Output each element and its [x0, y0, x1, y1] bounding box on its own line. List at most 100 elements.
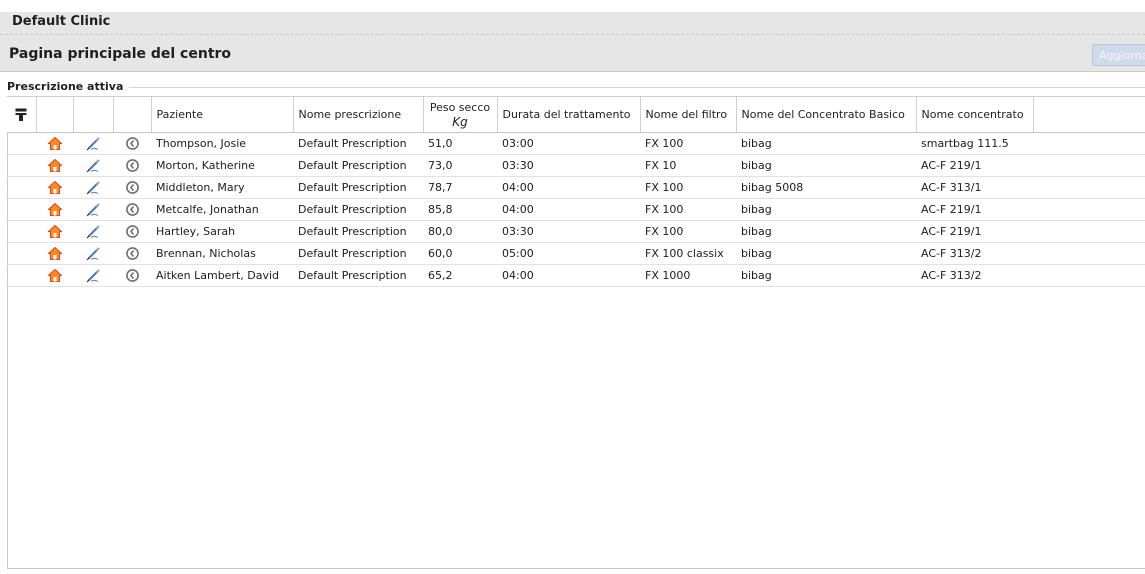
edit-cell[interactable]	[73, 132, 113, 155]
prescription-cell[interactable]: Default Prescription	[293, 198, 423, 221]
home-icon[interactable]	[47, 269, 62, 283]
edit-pen-icon[interactable]	[86, 247, 100, 260]
history-cell[interactable]	[113, 264, 151, 287]
edit-cell[interactable]	[73, 176, 113, 199]
basic-concentrate-cell[interactable]: bibag	[736, 198, 916, 221]
edit-pen-icon[interactable]	[86, 181, 100, 194]
history-clock-icon[interactable]	[125, 137, 139, 151]
basic-concentrate-cell[interactable]: bibag 5008	[736, 176, 916, 199]
dry-weight-cell[interactable]: 60,0	[423, 242, 497, 265]
history-clock-icon[interactable]	[125, 181, 139, 195]
concentrate-cell[interactable]: AC-F 219/1	[916, 220, 1033, 243]
dry-weight-cell[interactable]: 85,8	[423, 198, 497, 221]
edit-cell[interactable]	[73, 242, 113, 265]
prescription-cell[interactable]: Default Prescription	[293, 176, 423, 199]
table-row[interactable]: Thompson, Josie Default Prescription 51,…	[7, 132, 1145, 155]
dry-weight-cell[interactable]: 51,0	[423, 132, 497, 155]
patient-cell[interactable]: Thompson, Josie	[151, 132, 293, 155]
concentrate-cell[interactable]: AC-F 313/1	[916, 176, 1033, 199]
home-icon[interactable]	[47, 247, 62, 261]
patient-cell[interactable]: Metcalfe, Jonathan	[151, 198, 293, 221]
filter-name-cell[interactable]: FX 100 classix	[640, 242, 736, 265]
filter-name-column-header[interactable]: Nome del filtro	[640, 96, 737, 133]
concentrate-cell[interactable]: AC-F 313/2	[916, 242, 1033, 265]
concentrate-column-header[interactable]: Nome concentrato	[916, 96, 1034, 133]
history-cell[interactable]	[113, 220, 151, 243]
home-cell[interactable]	[36, 154, 73, 177]
patient-cell[interactable]: Middleton, Mary	[151, 176, 293, 199]
filter-name-cell[interactable]: FX 1000	[640, 264, 736, 287]
dry-weight-cell[interactable]: 65,2	[423, 264, 497, 287]
table-row[interactable]: Morton, Katherine Default Prescription 7…	[7, 154, 1145, 177]
history-cell[interactable]	[113, 132, 151, 155]
history-clock-icon[interactable]	[125, 269, 139, 283]
table-row[interactable]: Brennan, Nicholas Default Prescription 6…	[7, 242, 1145, 265]
edit-pen-icon[interactable]	[86, 269, 100, 282]
history-cell[interactable]	[113, 154, 151, 177]
home-cell[interactable]	[36, 220, 73, 243]
concentrate-cell[interactable]: smartbag 111.5	[916, 132, 1033, 155]
duration-cell[interactable]: 03:30	[497, 154, 640, 177]
concentrate-cell[interactable]: AC-F 313/2	[916, 264, 1033, 287]
filter-name-cell[interactable]: FX 100	[640, 132, 736, 155]
basic-concentrate-column-header[interactable]: Nome del Concentrato Basico	[736, 96, 917, 133]
prescription-cell[interactable]: Default Prescription	[293, 154, 423, 177]
duration-cell[interactable]: 04:00	[497, 198, 640, 221]
basic-concentrate-cell[interactable]: bibag	[736, 264, 916, 287]
home-icon[interactable]	[47, 159, 62, 173]
edit-pen-icon[interactable]	[86, 225, 100, 238]
duration-cell[interactable]: 03:00	[497, 132, 640, 155]
home-cell[interactable]	[36, 242, 73, 265]
table-row[interactable]: Hartley, Sarah Default Prescription 80,0…	[7, 220, 1145, 243]
history-clock-icon[interactable]	[125, 225, 139, 239]
home-cell[interactable]	[36, 198, 73, 221]
edit-pen-icon[interactable]	[86, 137, 100, 150]
patient-cell[interactable]: Aitken Lambert, David	[151, 264, 293, 287]
edit-cell[interactable]	[73, 264, 113, 287]
history-clock-icon[interactable]	[125, 203, 139, 217]
duration-cell[interactable]: 04:00	[497, 264, 640, 287]
duration-cell[interactable]: 05:00	[497, 242, 640, 265]
filter-icon[interactable]	[15, 108, 27, 122]
home-cell[interactable]	[36, 264, 73, 287]
history-clock-icon[interactable]	[125, 247, 139, 261]
home-icon[interactable]	[47, 137, 62, 151]
edit-pen-icon[interactable]	[86, 203, 100, 216]
filter-column-header[interactable]	[7, 96, 37, 133]
history-cell[interactable]	[113, 198, 151, 221]
dry-weight-cell[interactable]: 73,0	[423, 154, 497, 177]
dry-weight-cell[interactable]: 80,0	[423, 220, 497, 243]
edit-cell[interactable]	[73, 154, 113, 177]
patient-cell[interactable]: Brennan, Nicholas	[151, 242, 293, 265]
prescription-cell[interactable]: Default Prescription	[293, 242, 423, 265]
filter-name-cell[interactable]: FX 100	[640, 220, 736, 243]
prescription-column-header[interactable]: Nome prescrizione	[293, 96, 424, 133]
patient-cell[interactable]: Hartley, Sarah	[151, 220, 293, 243]
home-icon[interactable]	[47, 181, 62, 195]
edit-cell[interactable]	[73, 220, 113, 243]
basic-concentrate-cell[interactable]: bibag	[736, 242, 916, 265]
patient-column-header[interactable]: Paziente	[151, 96, 294, 133]
filter-name-cell[interactable]: FX 10	[640, 154, 736, 177]
duration-cell[interactable]: 04:00	[497, 176, 640, 199]
home-icon[interactable]	[47, 203, 62, 217]
duration-column-header[interactable]: Durata del trattamento	[497, 96, 641, 133]
dry-weight-cell[interactable]: 78,7	[423, 176, 497, 199]
home-icon[interactable]	[47, 225, 62, 239]
basic-concentrate-cell[interactable]: bibag	[736, 220, 916, 243]
history-cell[interactable]	[113, 242, 151, 265]
patient-cell[interactable]: Morton, Katherine	[151, 154, 293, 177]
duration-cell[interactable]: 03:30	[497, 220, 640, 243]
prescription-cell[interactable]: Default Prescription	[293, 220, 423, 243]
concentrate-cell[interactable]: AC-F 219/1	[916, 154, 1033, 177]
basic-concentrate-cell[interactable]: bibag	[736, 132, 916, 155]
concentrate-cell[interactable]: AC-F 219/1	[916, 198, 1033, 221]
filter-name-cell[interactable]: FX 100	[640, 176, 736, 199]
history-cell[interactable]	[113, 176, 151, 199]
edit-cell[interactable]	[73, 198, 113, 221]
refresh-button[interactable]: Aggiorna	[1092, 44, 1145, 66]
filter-name-cell[interactable]: FX 100	[640, 198, 736, 221]
history-clock-icon[interactable]	[125, 159, 139, 173]
home-cell[interactable]	[36, 132, 73, 155]
home-cell[interactable]	[36, 176, 73, 199]
